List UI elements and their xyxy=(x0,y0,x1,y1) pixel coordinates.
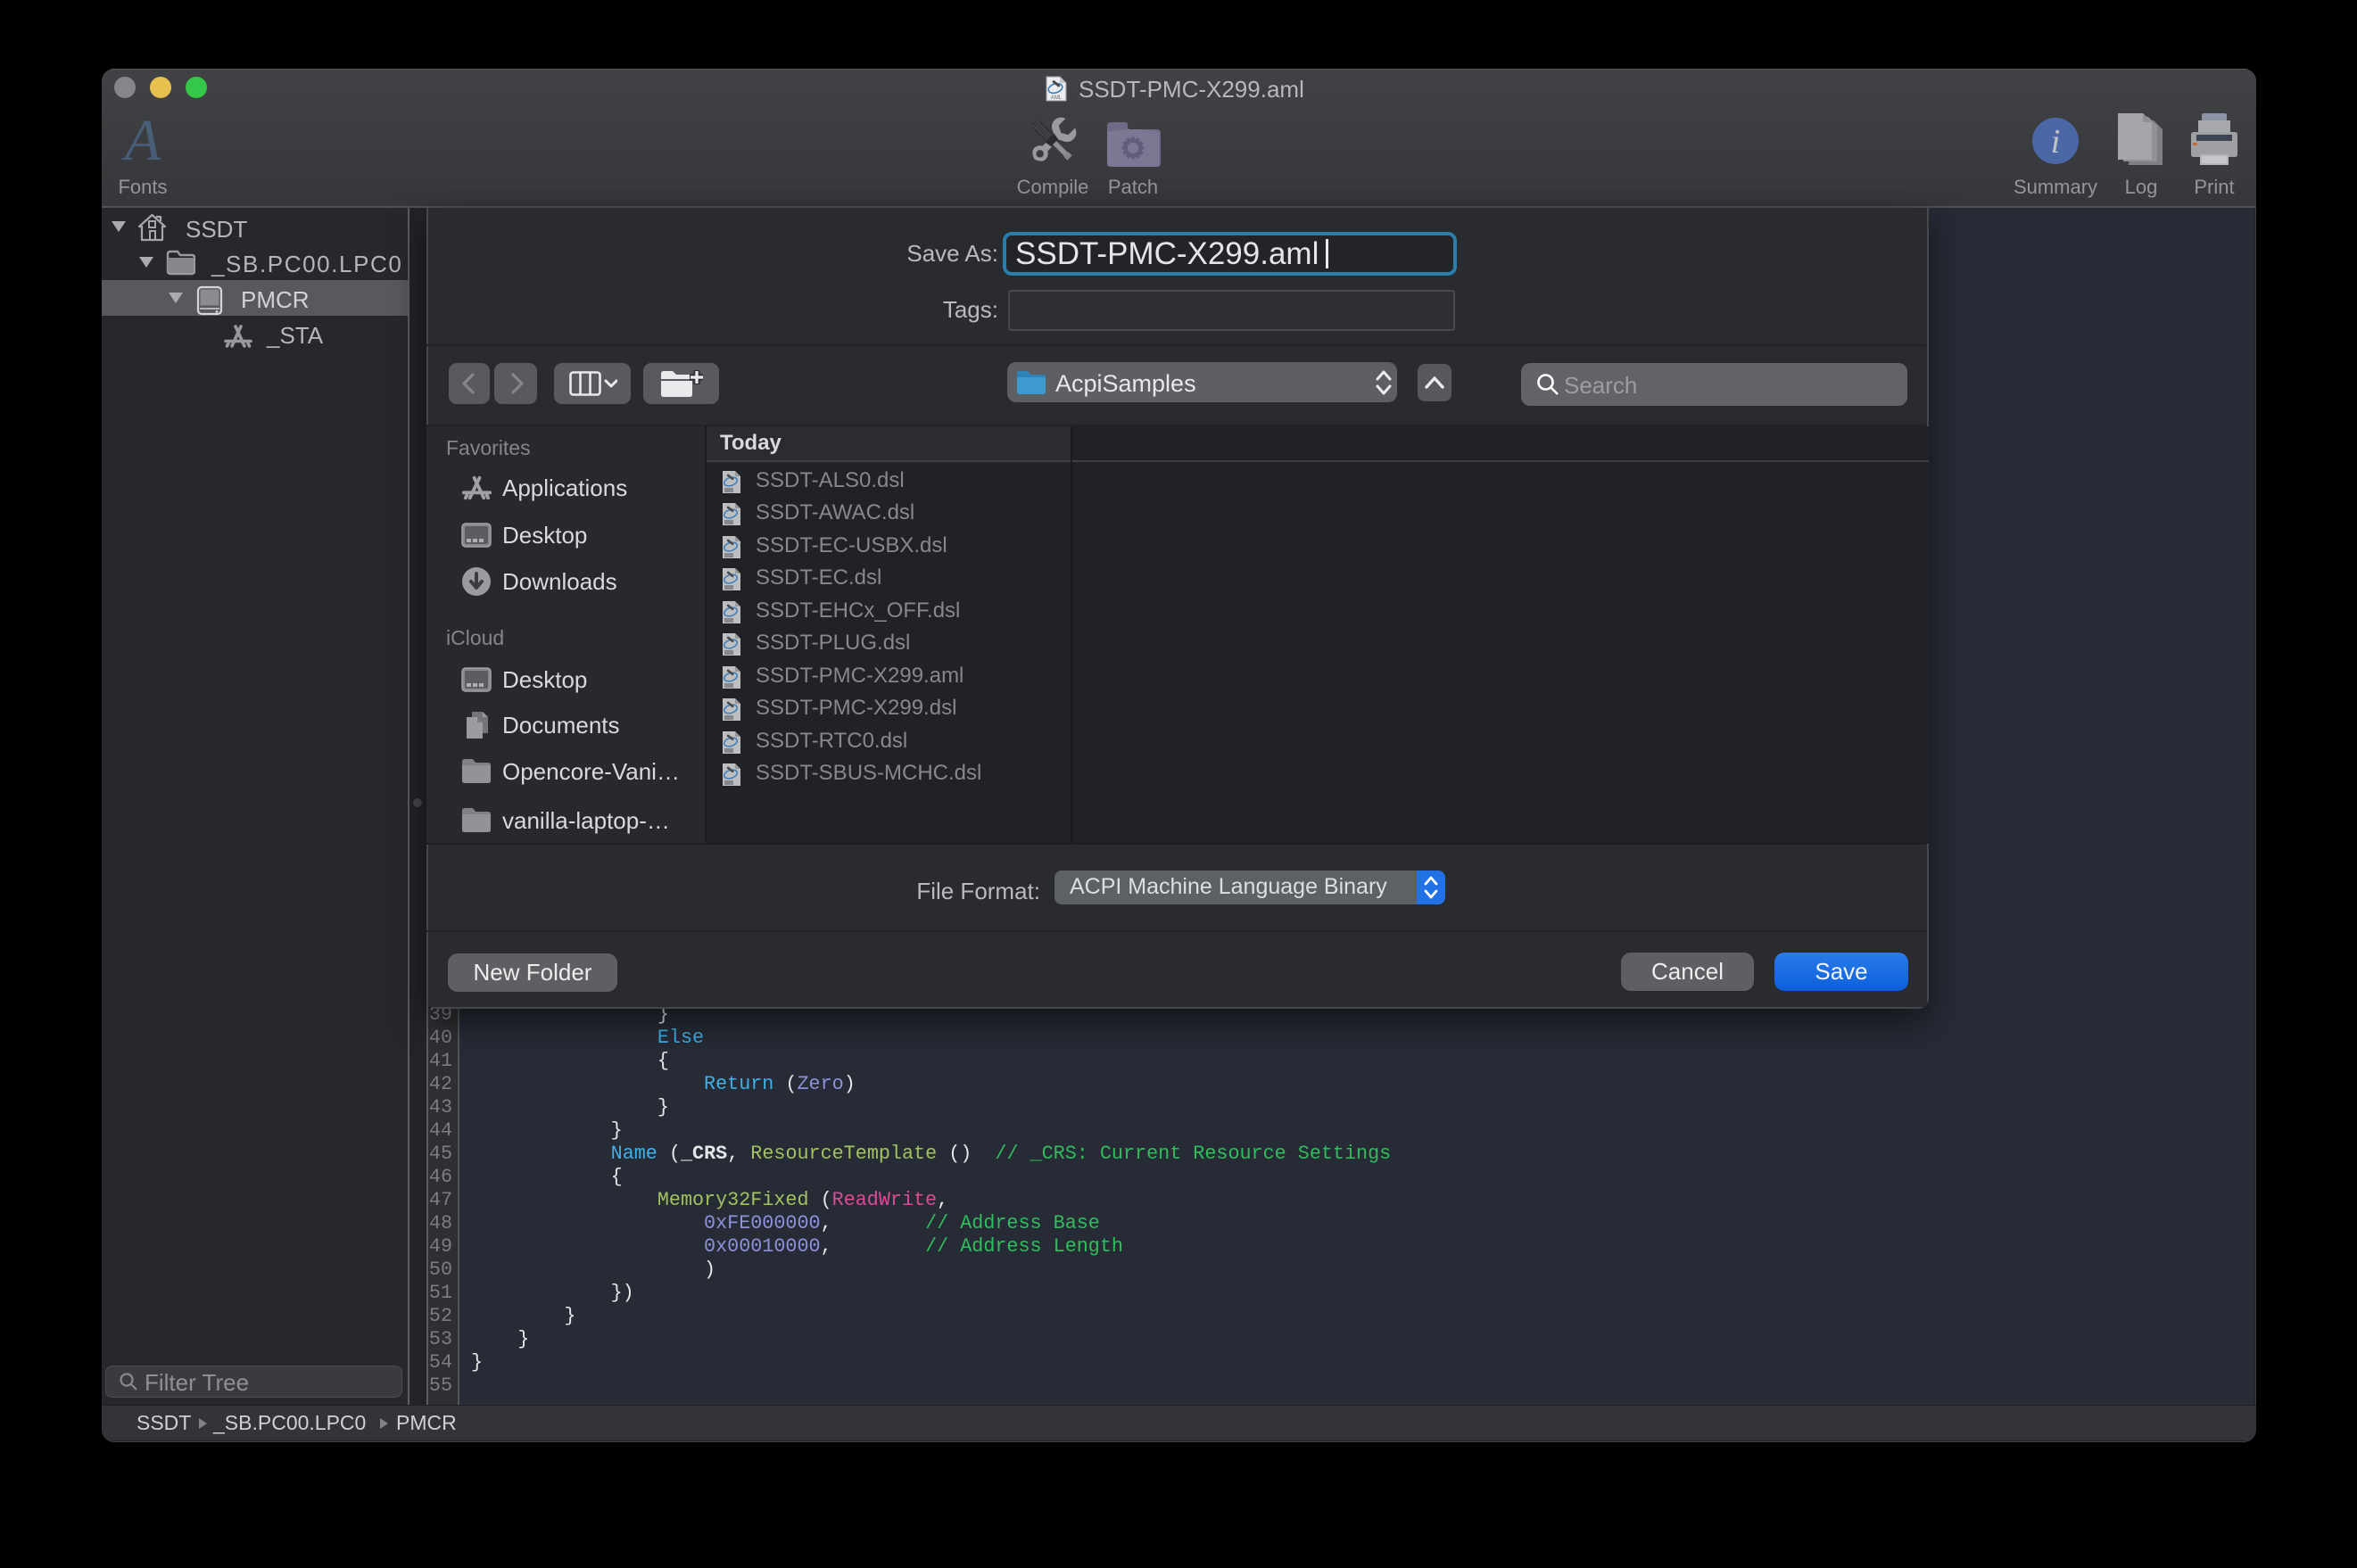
svg-text:AML: AML xyxy=(1051,95,1063,101)
svg-text:i: i xyxy=(2051,123,2061,161)
